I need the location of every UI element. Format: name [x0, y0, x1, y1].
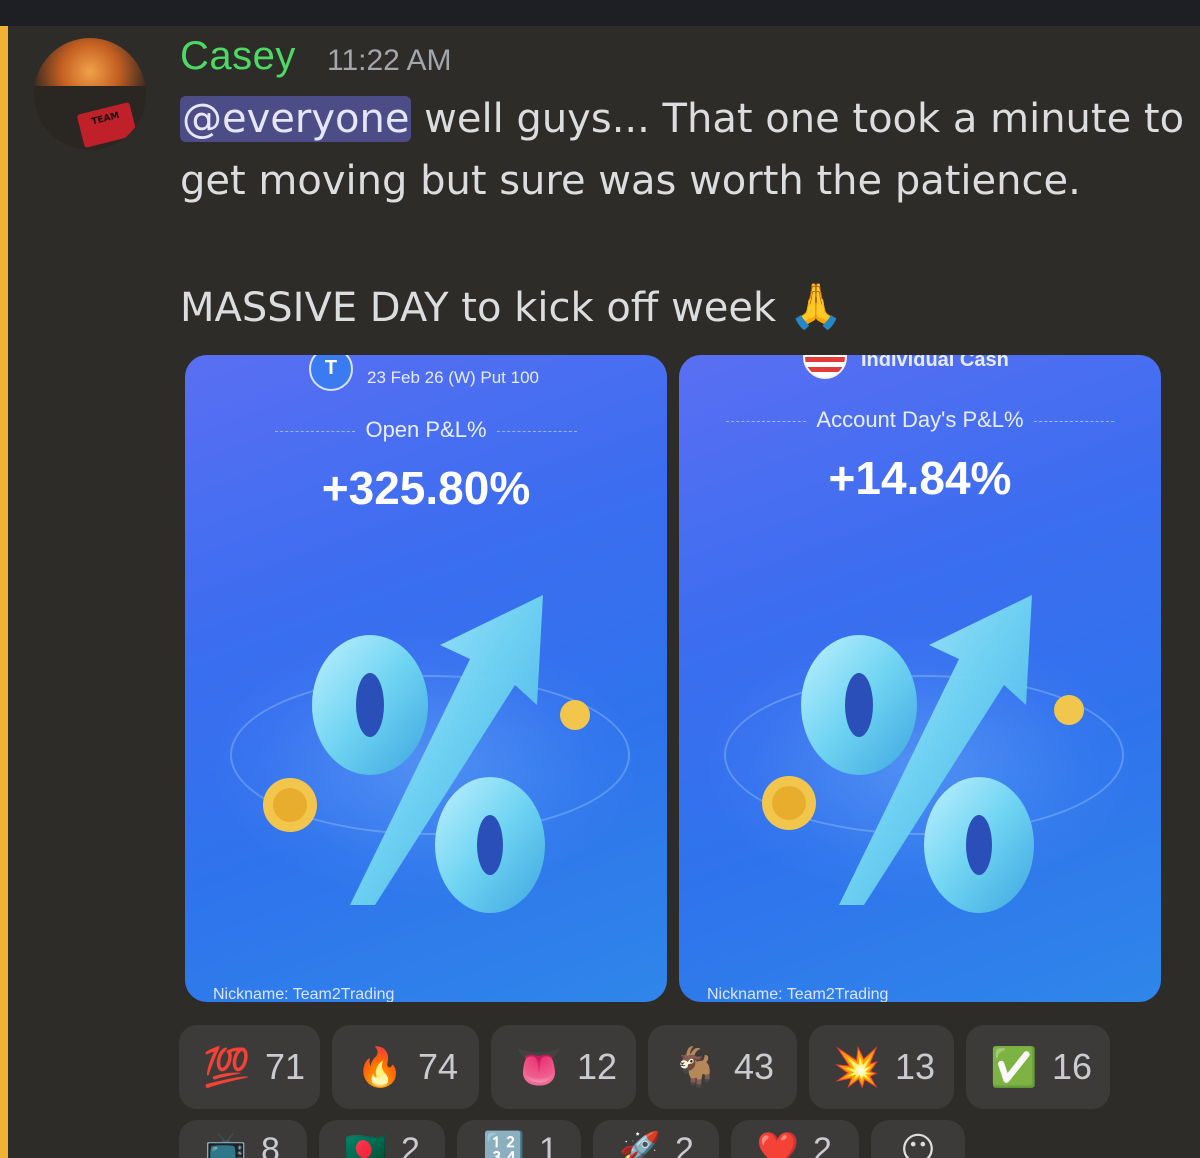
percent-arrow-graphic: [263, 595, 590, 913]
reaction-count: 43: [734, 1046, 775, 1087]
avatar[interactable]: TEAM: [34, 38, 146, 150]
ticker-icon: T: [309, 355, 353, 391]
message-line-3-text: MASSIVE DAY to kick off week: [180, 285, 777, 331]
option-contract-label: 23 Feb 26 (W) Put 100: [367, 368, 539, 387]
attachment-image-left[interactable]: T 23 Feb 26 (W) Put 100 Open P&L% +325.8…: [185, 355, 667, 1002]
pray-icon: 🙏: [788, 281, 844, 332]
reaction-count: 2: [675, 1130, 694, 1158]
reaction-heart[interactable]: ❤️ 2: [731, 1120, 859, 1158]
metric-value: +14.84%: [828, 452, 1012, 504]
top-bar: [0, 0, 1200, 26]
reaction-hundred[interactable]: 💯 71: [179, 1025, 320, 1109]
reaction-tv[interactable]: 📺 8: [179, 1120, 307, 1158]
hundred-icon: 💯: [203, 1044, 251, 1089]
message-timestamp[interactable]: 11:22 AM: [327, 44, 452, 78]
tongue-icon: 👅: [515, 1044, 563, 1089]
nickname-label: Nickname: Team2Trading: [707, 986, 889, 1002]
us-flag-icon: [803, 355, 847, 379]
attachment-image-right[interactable]: Individual Cash Account Day's P&L% +14.8…: [679, 355, 1161, 1002]
message-line-3: MASSIVE DAY to kick off week 🙏: [180, 280, 844, 332]
reaction-count: 71: [265, 1046, 306, 1087]
reaction-count: 74: [418, 1046, 459, 1087]
add-reaction-icon: 😶: [900, 1130, 936, 1158]
message-line-2: get moving but sure was worth the patien…: [180, 158, 1081, 204]
message-line-1: @everyone well guys... That one took a m…: [180, 96, 1184, 142]
reactions-row: 💯 71 🔥 74 👅 12 🐐 43 💥 13 ✅ 16: [179, 1025, 1179, 1109]
reactions-row-2: 📺 8 🇧🇩 2 🔢 1 🚀 2 ❤️ 2 😶: [179, 1120, 1179, 1158]
reaction-goat[interactable]: 🐐 43: [648, 1025, 797, 1109]
reaction-count: 16: [1052, 1046, 1093, 1087]
metric-value: +325.80%: [321, 462, 531, 514]
message-line-1-text: well guys... That one took a minute to: [411, 96, 1185, 142]
numbers-icon: 🔢: [482, 1130, 526, 1158]
account-type-label: Individual Cash: [861, 355, 1009, 371]
goat-icon: 🐐: [672, 1044, 720, 1089]
reaction-numbers[interactable]: 🔢 1: [457, 1120, 581, 1158]
metric-label: Open P&L%: [185, 417, 667, 443]
reaction-collision[interactable]: 💥 13: [809, 1025, 954, 1109]
author-name[interactable]: Casey: [180, 34, 296, 79]
reaction-rocket[interactable]: 🚀 2: [593, 1120, 719, 1158]
collision-icon: 💥: [833, 1044, 881, 1089]
reaction-count: 12: [577, 1046, 618, 1087]
reaction-count: 2: [401, 1130, 420, 1158]
check-icon: ✅: [990, 1044, 1038, 1089]
reaction-count: 2: [813, 1130, 832, 1158]
reaction-count: 1: [539, 1130, 558, 1158]
everyone-mention[interactable]: @everyone: [180, 96, 412, 142]
mention-highlight-bar: [0, 26, 8, 1158]
reaction-flag[interactable]: 🇧🇩 2: [319, 1120, 445, 1158]
reaction-tongue[interactable]: 👅 12: [491, 1025, 636, 1109]
percent-arrow-graphic: [762, 595, 1084, 913]
flag-icon: 🇧🇩: [344, 1130, 388, 1158]
reaction-check[interactable]: ✅ 16: [966, 1025, 1110, 1109]
heart-icon: ❤️: [756, 1130, 800, 1158]
tv-icon: 📺: [204, 1130, 248, 1158]
nickname-label: Nickname: Team2Trading: [213, 986, 395, 1002]
rocket-icon: 🚀: [618, 1130, 662, 1158]
reaction-fire[interactable]: 🔥 74: [332, 1025, 479, 1109]
reaction-count: 8: [261, 1130, 280, 1158]
metric-label: Account Day's P&L%: [679, 407, 1161, 433]
reaction-count: 13: [895, 1046, 936, 1087]
fire-icon: 🔥: [356, 1044, 404, 1089]
add-reaction-button[interactable]: 😶: [871, 1120, 965, 1158]
